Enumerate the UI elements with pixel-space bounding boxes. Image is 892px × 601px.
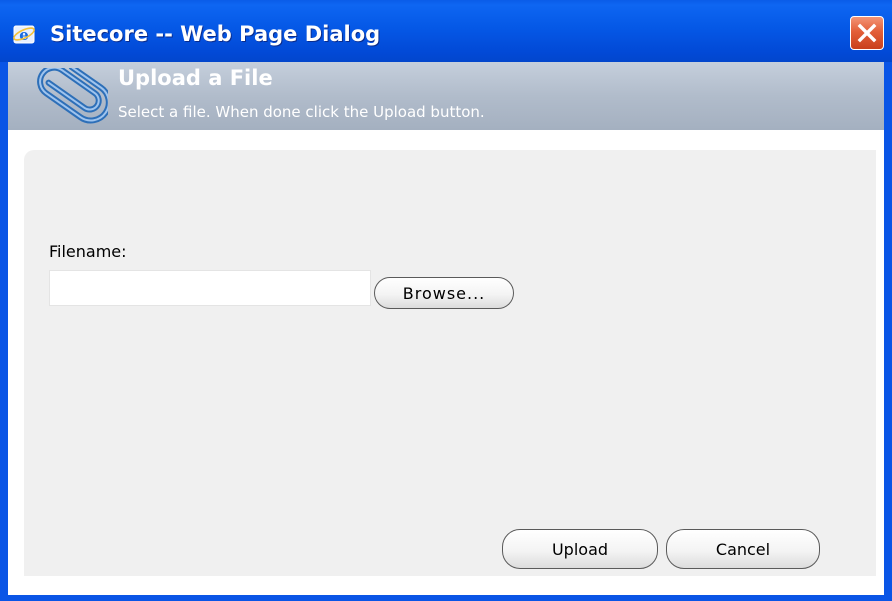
dialog-title: Upload a File <box>118 66 273 90</box>
browse-button[interactable]: Browse... <box>374 277 514 309</box>
internet-explorer-icon: e <box>13 25 35 44</box>
filename-label: Filename: <box>49 242 127 261</box>
dialog-subtitle: Select a file. When done click the Uploa… <box>118 103 485 121</box>
upload-button[interactable]: Upload <box>502 529 658 569</box>
title-bar[interactable]: e Sitecore -- Web Page Dialog <box>0 0 892 62</box>
filename-input[interactable] <box>49 270 371 306</box>
paperclip-icon <box>37 68 108 124</box>
close-button[interactable] <box>850 16 884 50</box>
content-panel <box>24 150 876 576</box>
window-title: Sitecore -- Web Page Dialog <box>50 22 381 46</box>
dialog-header: Upload a File Select a file. When done c… <box>8 62 884 130</box>
close-icon <box>857 23 877 43</box>
cancel-button[interactable]: Cancel <box>666 529 820 569</box>
